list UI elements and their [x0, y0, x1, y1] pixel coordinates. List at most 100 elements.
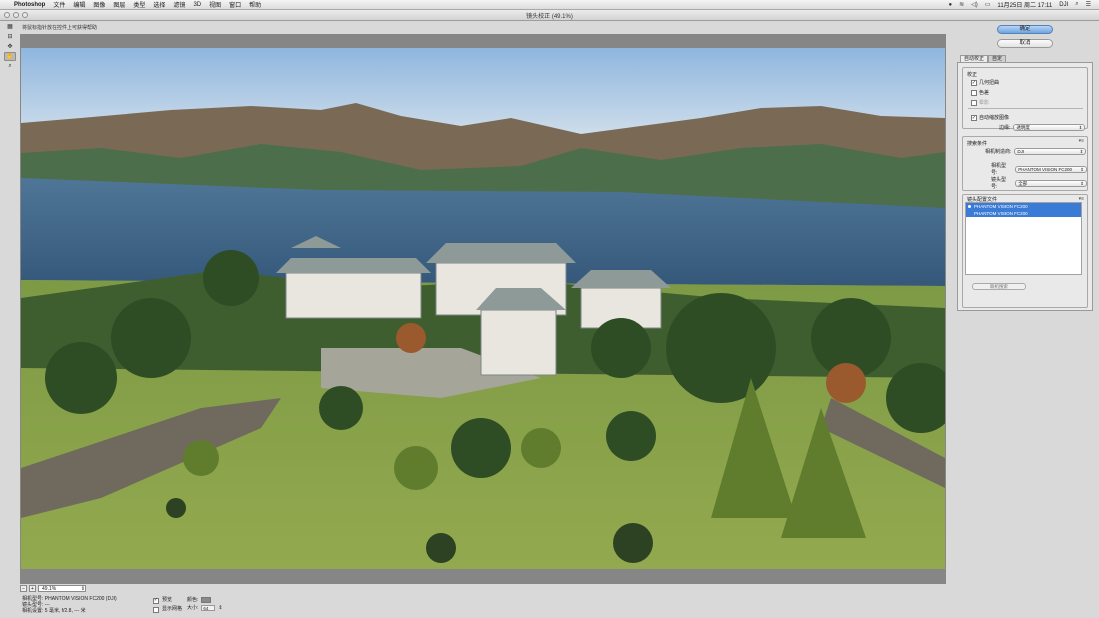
grid-color-row: 颜色:	[187, 596, 212, 603]
record-icon[interactable]: ●	[948, 2, 952, 8]
straighten-tool-icon[interactable]: ⊟	[4, 32, 16, 41]
geometric-distortion-label: 几何扭曲	[979, 80, 1000, 86]
camera-model-value: PHANTOM VISION FC200	[1018, 166, 1072, 172]
lens-model-row: 镜头型号: 全部 ⇕	[991, 176, 1087, 190]
edge-label: 边缘:	[999, 125, 1011, 131]
search-criteria-group: 搜索条件 ▾≡ 相机制造商: DJI ⇕ 相机型号: PHANTOM VISIO…	[962, 136, 1088, 191]
volume-icon[interactable]: ◁)	[971, 1, 978, 8]
lens-model-select[interactable]: 全部 ⇕	[1015, 179, 1087, 187]
geometric-distortion-row[interactable]: ✓ 几何扭曲	[971, 79, 999, 86]
stepper-icon[interactable]: ⇕	[218, 605, 222, 611]
show-grid-checkbox[interactable]	[153, 606, 159, 613]
zoom-in-button[interactable]: +	[29, 585, 36, 592]
auto-scale-checkbox[interactable]: ✓	[971, 114, 977, 121]
wifi-icon[interactable]: ≋	[959, 1, 964, 8]
remove-distortion-tool-icon[interactable]: ▦	[4, 22, 16, 31]
minimize-window-button[interactable]	[13, 12, 19, 18]
edge-row: 边缘: 透明度 ⇕	[999, 124, 1086, 131]
edge-select[interactable]: 透明度 ⇕	[1013, 124, 1086, 131]
camera-model-select[interactable]: PHANTOM VISION FC200 ⇕	[1015, 165, 1087, 173]
preview-photo[interactable]	[21, 48, 945, 569]
grid-size-row: 大小: 64 ⇕	[187, 604, 223, 611]
menu-window[interactable]: 窗口	[229, 0, 241, 9]
vignette-label: 晕影	[979, 100, 990, 106]
aerial-photo-image	[21, 48, 945, 569]
settings-panel: 校正 ✓ 几何扭曲 色差 晕影 ✓ 自动缩放图像 边缘: 透明度 ⇕ 搜索条件 …	[957, 62, 1093, 311]
dialog-title: 镜头校正 (49.1%)	[526, 13, 573, 20]
preview-options: ✓ 预览 显示网格	[153, 596, 182, 614]
chromatic-aberration-label: 色差	[979, 90, 990, 96]
menu-icon[interactable]: ▾≡	[1079, 138, 1084, 144]
menu-view[interactable]: 视图	[209, 0, 221, 9]
app-menu[interactable]: Photoshop	[14, 2, 45, 8]
preview-checkbox-row[interactable]: ✓ 预览	[153, 596, 182, 605]
menu-select[interactable]: 选择	[153, 0, 165, 9]
lens-model-label: 镜头型号:	[991, 177, 1007, 190]
hand-tool-icon[interactable]: ✋	[4, 52, 16, 61]
zoom-tool-icon[interactable]: ⌕	[4, 62, 16, 71]
grid-color-swatch[interactable]	[201, 596, 212, 603]
camera-model-label: 相机型号:	[991, 163, 1007, 176]
lens-profile-item[interactable]: PHANTOM VISION FC200	[966, 203, 1081, 210]
grid-size-field[interactable]: 64	[201, 604, 216, 611]
lens-profile-list[interactable]: PHANTOM VISION FC200 PHANTOM VISION FC20…	[965, 202, 1082, 275]
camera-model-row: 相机型号: PHANTOM VISION FC200 ⇕	[991, 162, 1087, 176]
grid-size-label: 大小:	[187, 605, 199, 611]
preview-area[interactable]	[20, 34, 946, 584]
chevron-updown-icon: ⇕	[1080, 180, 1084, 186]
zoom-window-button[interactable]	[22, 12, 28, 18]
chevron-updown-icon: ⇕	[1080, 166, 1084, 172]
menu-edit[interactable]: 编辑	[73, 0, 85, 9]
image-info: 相机型号: PHANTOM VISION FC200 (DJI) 镜头型号: -…	[22, 596, 117, 614]
cancel-button[interactable]: 取消	[997, 39, 1053, 48]
auto-scale-row[interactable]: ✓ 自动缩放图像	[971, 114, 1009, 121]
menu-filter[interactable]: 滤镜	[173, 0, 185, 9]
selected-radio-icon	[968, 205, 971, 208]
menubar-user[interactable]: DJI	[1059, 2, 1068, 8]
zoom-level-value: 49.1%	[42, 585, 57, 592]
correction-legend: 校正	[967, 72, 978, 78]
dialog-title-bar: 镜头校正 (49.1%)	[0, 10, 1099, 21]
online-search-button[interactable]: 联机搜索	[972, 283, 1026, 290]
tool-palette: ▦ ⊟ ✥ ✋ ⌕	[4, 22, 16, 71]
camera-make-label: 相机制造商:	[985, 149, 1012, 155]
help-hint: 将鼠标指针放在控件上可获得帮助	[22, 25, 98, 31]
geometric-distortion-checkbox[interactable]: ✓	[971, 79, 977, 86]
ok-button[interactable]: 确定	[997, 25, 1053, 34]
show-grid-label: 显示网格	[162, 606, 183, 612]
chromatic-aberration-row[interactable]: 色差	[971, 89, 989, 96]
notification-list-icon[interactable]: ☰	[1086, 1, 1091, 8]
auto-scale-label: 自动缩放图像	[979, 115, 1010, 121]
search-icon[interactable]: ⌕	[1075, 1, 1078, 8]
edge-select-value: 透明度	[1016, 125, 1030, 130]
grid-color-label: 颜色:	[187, 597, 199, 603]
menu-image[interactable]: 图像	[93, 0, 105, 9]
camera-make-select[interactable]: DJI ⇕	[1014, 148, 1087, 155]
menubar-clock[interactable]: 11月25日 周二 17:11	[997, 0, 1052, 9]
chevron-updown-icon: ⇕	[1078, 125, 1083, 130]
divider	[968, 108, 1083, 109]
correction-group: 校正 ✓ 几何扭曲 色差 晕影 ✓ 自动缩放图像 边缘: 透明度 ⇕	[962, 67, 1088, 131]
chevron-updown-icon: ⇕	[1079, 149, 1084, 154]
lens-profile-item[interactable]: PHANTOM VISION FC200	[966, 210, 1081, 217]
close-window-button[interactable]	[4, 12, 10, 18]
menu-3d[interactable]: 3D	[193, 2, 201, 8]
menu-layer[interactable]: 图层	[113, 0, 125, 9]
search-criteria-legend: 搜索条件	[967, 141, 988, 147]
move-grid-tool-icon[interactable]: ✥	[4, 42, 16, 51]
vignette-row: 晕影	[971, 99, 989, 106]
zoom-out-button[interactable]: −	[20, 585, 27, 592]
zoom-level-field[interactable]: 49.1% ⇕	[38, 585, 86, 592]
chromatic-aberration-checkbox[interactable]	[971, 89, 977, 96]
battery-icon[interactable]: ▭	[985, 1, 991, 8]
preview-checkbox[interactable]: ✓	[153, 597, 159, 604]
menu-help[interactable]: 帮助	[249, 0, 261, 9]
zoom-bar: − + 49.1% ⇕	[20, 585, 86, 592]
grid-checkbox-row[interactable]: 显示网格	[153, 605, 182, 614]
lens-profile-name: PHANTOM VISION FC200	[974, 204, 1028, 209]
chevron-updown-icon: ⇕	[80, 585, 85, 592]
menu-type[interactable]: 类型	[133, 0, 145, 9]
menu-file[interactable]: 文件	[53, 0, 65, 9]
camera-make-row: 相机制造商: DJI ⇕	[985, 148, 1087, 155]
camera-make-value: DJI	[1017, 149, 1025, 154]
